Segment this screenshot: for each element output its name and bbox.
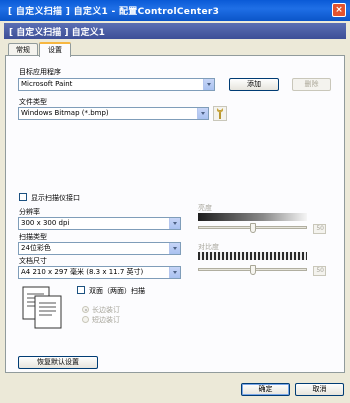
- resolution-label: 分辨率: [19, 208, 40, 216]
- banner-title: [ 自定义扫描 ] 自定义1: [9, 28, 105, 38]
- contrast-value[interactable]: 50: [313, 266, 326, 276]
- restore-defaults-button[interactable]: 恢复默认设置: [18, 356, 98, 369]
- chevron-down-icon: [169, 243, 180, 254]
- resolution-value: 300 x 300 dpi: [21, 219, 70, 227]
- scanner-ui-checkbox[interactable]: [19, 193, 27, 201]
- brightness-value[interactable]: 50: [313, 224, 326, 234]
- header-banner: [ 自定义扫描 ] 自定义1: [4, 23, 346, 39]
- title-bar: [ 自定义扫描 ] 自定义1 - 配置ControlCenter3 ×: [0, 0, 350, 21]
- long-edge-radio[interactable]: [82, 306, 89, 313]
- chevron-down-icon: [169, 218, 180, 229]
- file-type-value: Windows Bitmap (*.bmp): [21, 109, 109, 117]
- resolution-select[interactable]: 300 x 300 dpi: [18, 217, 181, 230]
- brightness-slider[interactable]: [249, 223, 256, 233]
- short-edge-radio[interactable]: [82, 316, 89, 323]
- chevron-down-icon: [169, 267, 180, 278]
- brightness-label: 亮度: [198, 204, 212, 212]
- doc-size-value: A4 210 x 297 毫米 (8.3 x 11.7 英寸): [21, 268, 144, 276]
- chevron-down-icon: [203, 79, 214, 90]
- duplex-label: 双面（两面）扫描: [89, 287, 145, 295]
- scanner-ui-label: 显示扫描仪接口: [31, 194, 80, 202]
- add-button[interactable]: 添加: [229, 78, 279, 91]
- target-app-label: 目标应用程序: [19, 68, 61, 76]
- short-edge-label: 短边装订: [92, 316, 120, 324]
- target-app-value: Microsoft Paint: [21, 80, 73, 88]
- delete-button[interactable]: 删除: [292, 78, 331, 91]
- target-app-select[interactable]: Microsoft Paint: [18, 78, 215, 91]
- cancel-button[interactable]: 取消: [295, 383, 344, 396]
- contrast-pattern: [198, 252, 307, 260]
- contrast-label: 对比度: [198, 243, 219, 251]
- duplex-pages-icon: [22, 286, 62, 329]
- brightness-gradient: [198, 213, 307, 221]
- wrench-icon: [217, 108, 223, 119]
- file-type-select[interactable]: Windows Bitmap (*.bmp): [18, 107, 209, 120]
- long-edge-label: 长边装订: [92, 306, 120, 314]
- file-size-button[interactable]: [213, 106, 227, 121]
- close-icon[interactable]: ×: [332, 3, 346, 17]
- scan-type-label: 扫描类型: [19, 233, 47, 241]
- file-type-label: 文件类型: [19, 98, 47, 106]
- scan-type-select[interactable]: 24位彩色: [18, 242, 181, 255]
- window-title: [ 自定义扫描 ] 自定义1 - 配置ControlCenter3: [8, 7, 220, 17]
- ok-button[interactable]: 确定: [241, 383, 290, 396]
- doc-size-select[interactable]: A4 210 x 297 毫米 (8.3 x 11.7 英寸): [18, 266, 181, 279]
- contrast-slider[interactable]: [249, 265, 256, 275]
- doc-size-label: 文档尺寸: [19, 257, 47, 265]
- tab-settings[interactable]: 设置: [39, 42, 71, 57]
- duplex-checkbox[interactable]: [77, 286, 85, 294]
- chevron-down-icon: [197, 108, 208, 119]
- scan-type-value: 24位彩色: [21, 244, 51, 252]
